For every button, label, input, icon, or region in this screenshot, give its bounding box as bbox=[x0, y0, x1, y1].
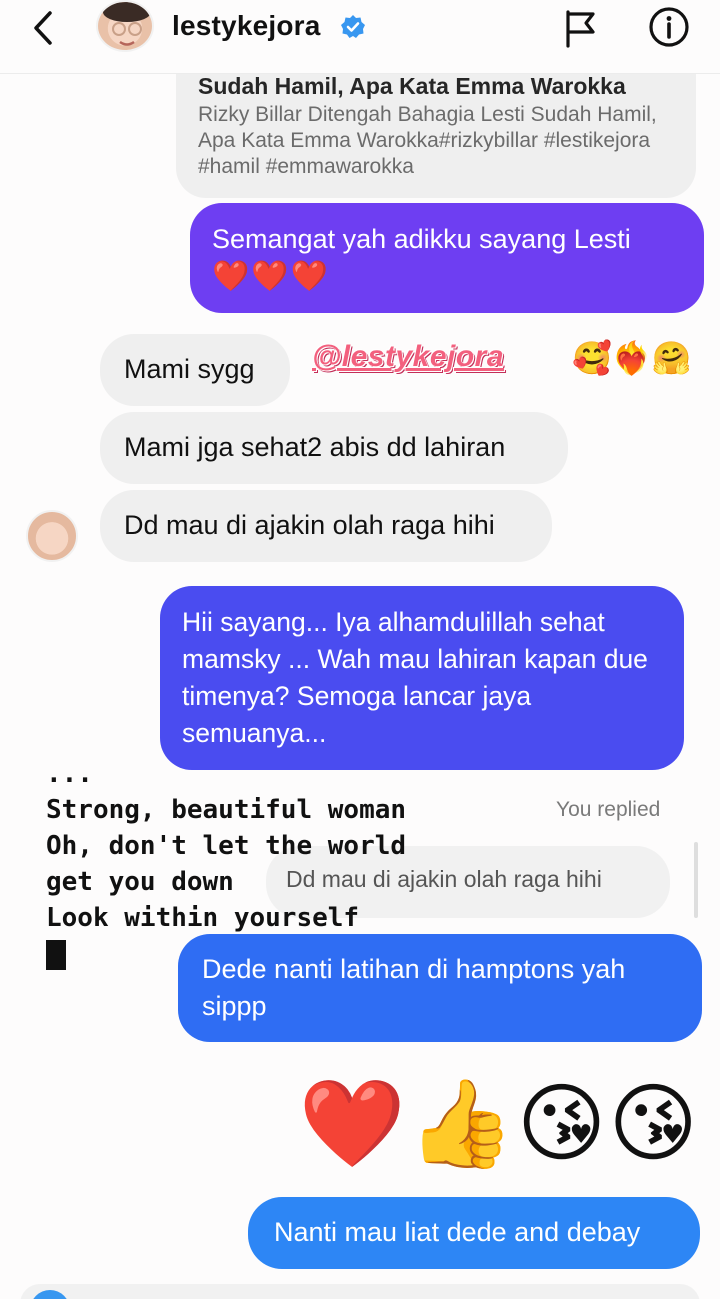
shared-post-description: Rizky Billar Ditengah Bahagia Lesti Suda… bbox=[198, 103, 657, 178]
message-text: Mami jga sehat2 abis dd lahiran bbox=[124, 432, 506, 462]
received-message[interactable]: Dd mau di ajakin olah raga hihi bbox=[100, 490, 552, 562]
verified-badge-icon bbox=[341, 15, 365, 38]
lyrics-ellipsis: ... bbox=[46, 759, 93, 789]
flag-icon[interactable] bbox=[560, 6, 600, 50]
info-icon[interactable] bbox=[648, 6, 690, 48]
message-composer[interactable] bbox=[20, 1284, 700, 1299]
message-text: Nanti mau liat dede and debay bbox=[274, 1217, 641, 1247]
lyrics-line: Look within yourself bbox=[46, 903, 360, 933]
chat-username[interactable]: lestykejora bbox=[172, 10, 321, 42]
lyrics-line: Oh, don't let the world bbox=[46, 831, 407, 861]
shared-post-title: Sudah Hamil, Apa Kata Emma Warokka bbox=[198, 73, 626, 99]
received-message[interactable]: Mami jga sehat2 abis dd lahiran bbox=[100, 412, 568, 484]
chevron-left-icon bbox=[34, 11, 52, 45]
profile-avatar[interactable] bbox=[96, 0, 154, 52]
sent-message[interactable]: Hii sayang... Iya alhamdulillah sehat ma… bbox=[160, 586, 684, 770]
text-cursor bbox=[46, 939, 66, 970]
avatar-face bbox=[103, 2, 151, 46]
heart-emojis: ❤️❤️❤️ bbox=[212, 260, 331, 293]
lyrics-line: Strong, beautiful woman bbox=[46, 795, 407, 825]
sent-message[interactable]: Semangat yah adikku sayang Lesti ❤️❤️❤️ bbox=[190, 203, 704, 313]
message-text: Mami sygg bbox=[124, 354, 255, 384]
mention-emojis: 🥰❤️‍🔥🤗 bbox=[572, 340, 692, 376]
chat-header: lestykejora bbox=[0, 0, 720, 74]
shared-post-card[interactable]: Sudah Hamil, Apa Kata Emma Warokka Rizky… bbox=[176, 60, 696, 198]
message-text: Dd mau di ajakin olah raga hihi bbox=[124, 510, 495, 540]
message-text: Hii sayang... Iya alhamdulillah sehat ma… bbox=[182, 607, 648, 748]
sender-avatar[interactable] bbox=[26, 510, 78, 562]
lyrics-line: get you down bbox=[46, 867, 234, 897]
emoji-message[interactable]: ❤️👍😘😘 bbox=[299, 1070, 700, 1178]
back-button[interactable] bbox=[26, 8, 60, 48]
received-message[interactable]: Mami sygg bbox=[100, 334, 290, 406]
mention-sticker[interactable]: @lestykejora bbox=[312, 340, 504, 374]
message-text: Semangat yah adikku sayang Lesti bbox=[212, 224, 631, 254]
sent-message[interactable]: Nanti mau liat dede and debay bbox=[248, 1197, 700, 1269]
reply-indicator-bar bbox=[694, 842, 698, 918]
lyrics-text-overlay: ... Strong, beautiful woman Oh, don't le… bbox=[46, 756, 406, 972]
you-replied-label: You replied bbox=[556, 798, 661, 821]
